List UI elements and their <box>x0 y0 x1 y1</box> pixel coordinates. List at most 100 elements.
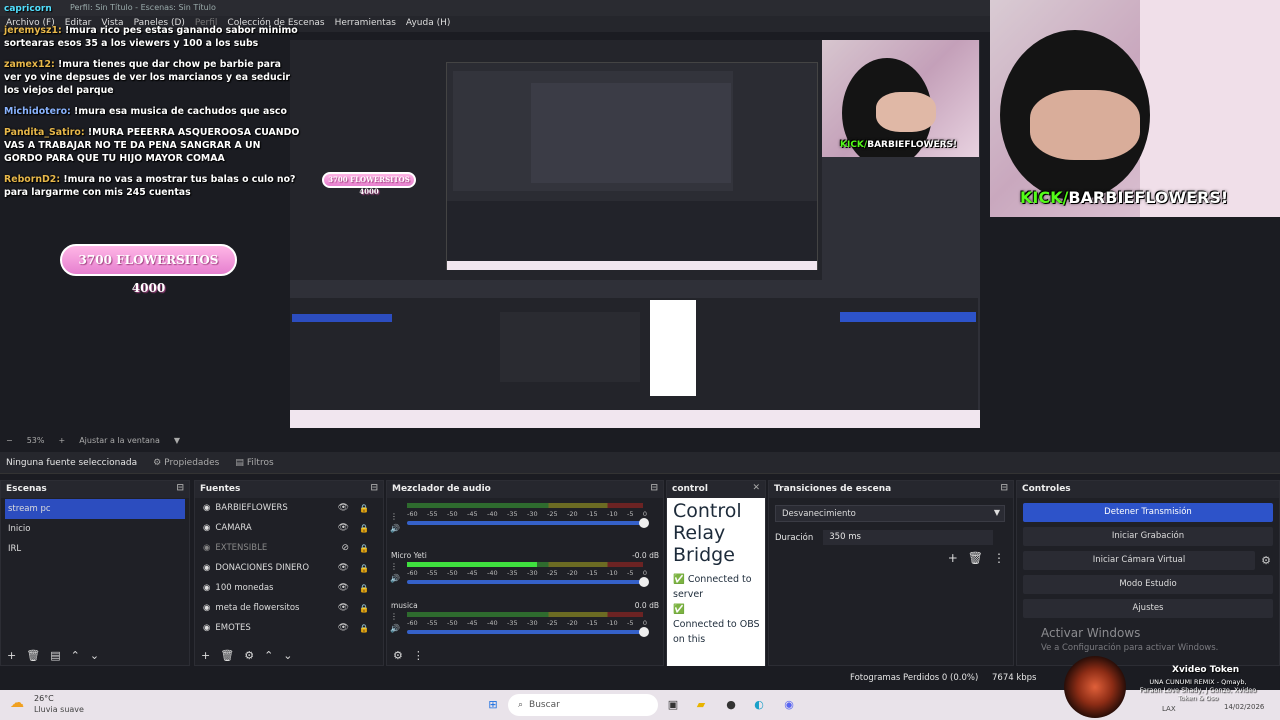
stop-stream-button[interactable]: Detener Transmisión <box>1023 503 1273 522</box>
more-icon[interactable]: ⋮ <box>390 611 400 623</box>
menu-herramientas[interactable]: Herramientas <box>335 18 396 32</box>
eye-icon[interactable]: 👁 <box>338 623 349 633</box>
speaker-icon[interactable]: 🔊 <box>390 523 400 535</box>
volume-slider[interactable] <box>407 627 649 637</box>
dock-menu-icon[interactable]: ⊟ <box>1000 483 1008 493</box>
tick-label: -20 <box>567 510 578 518</box>
source-item[interactable]: ◉ 100 monedas 👁 🔒 <box>195 578 383 598</box>
duration-input[interactable]: 350 ms <box>823 530 994 545</box>
clock-date[interactable]: 14/02/2026 <box>1224 703 1264 711</box>
lock-icon[interactable]: 🔒 <box>359 524 369 533</box>
filter-icon[interactable]: ▤ <box>50 649 60 662</box>
trash-icon[interactable]: 🗑 <box>968 551 983 565</box>
obs-icon[interactable]: ● <box>722 696 740 714</box>
lock-icon[interactable]: 🔒 <box>359 564 369 573</box>
trash-icon[interactable]: 🗑 <box>26 649 40 662</box>
eye-icon[interactable]: 👁 <box>338 583 349 593</box>
source-item[interactable]: ◉ meta de flowersitos 👁 🔒 <box>195 598 383 618</box>
duration-row: Duración 350 ms <box>775 530 1013 545</box>
start-virtual-camera-button[interactable]: Iniciar Cámara Virtual <box>1023 551 1255 570</box>
scene-item[interactable]: Inicio <box>1 519 189 539</box>
dock-menu-icon[interactable]: ⊟ <box>650 483 658 493</box>
lock-icon[interactable]: 🔒 <box>359 624 369 633</box>
volume-slider[interactable] <box>407 518 649 528</box>
tick-label: -30 <box>527 619 538 627</box>
dock-menu-icon[interactable]: ⊟ <box>176 483 184 493</box>
dock-menu-icon[interactable]: ⊟ <box>370 483 378 493</box>
arrow-down-icon[interactable]: ⌄ <box>90 649 99 662</box>
taskbar-search[interactable]: ⌕ Buscar <box>508 694 658 716</box>
dock-title: control ✕ <box>667 481 765 498</box>
zoom-in-button[interactable]: + <box>58 436 65 448</box>
transition-select[interactable]: Desvanecimiento ▼ <box>775 505 1005 522</box>
add-icon[interactable]: + <box>201 649 210 662</box>
volume-knob[interactable] <box>639 627 649 637</box>
eye-icon[interactable]: 👁 <box>338 563 349 573</box>
gear-icon[interactable]: ⚙ <box>244 649 254 662</box>
lock-icon[interactable]: 🔒 <box>359 584 369 593</box>
chat-message: zamex12: !mura tienes que dar chow pe ba… <box>4 59 291 96</box>
tick-label: -20 <box>567 619 578 627</box>
discord-icon[interactable]: ◉ <box>780 696 798 714</box>
tick-label: -25 <box>547 619 558 627</box>
tick-label: -55 <box>427 569 438 577</box>
source-item[interactable]: ◉ DONACIONES DINERO 👁 🔒 <box>195 558 383 578</box>
tick-label: -40 <box>487 569 498 577</box>
gear-icon[interactable]: ⚙ <box>1261 554 1271 567</box>
settings-icon[interactable]: ⚙ <box>393 649 403 662</box>
studio-mode-button[interactable]: Modo Estudio <box>1023 575 1273 594</box>
scene-item[interactable]: IRL <box>1 539 189 559</box>
windows-start-icon[interactable]: ⊞ <box>484 696 502 714</box>
dock-title: Mezclador de audio ⊟ <box>387 481 663 498</box>
volume-slider[interactable] <box>407 577 649 587</box>
control-relay-panel: Control Relay Bridge ✅ Connected to serv… <box>667 498 765 666</box>
speaker-icon[interactable]: 🔊 <box>390 573 400 585</box>
volume-knob[interactable] <box>639 577 649 587</box>
fit-window-label[interactable]: Ajustar a la ventana <box>79 436 160 448</box>
nested-obs-ui <box>290 298 978 410</box>
arrow-up-icon[interactable]: ⌃ <box>264 649 273 662</box>
volume-knob[interactable] <box>639 518 649 528</box>
arrow-down-icon[interactable]: ⌄ <box>283 649 292 662</box>
lock-icon[interactable]: 🔒 <box>359 504 369 513</box>
lock-icon[interactable]: 🔒 <box>359 544 369 553</box>
filters-button[interactable]: ▤ Filtros <box>235 458 273 468</box>
more-icon[interactable]: ⋮ <box>390 511 400 523</box>
start-recording-button[interactable]: Iniciar Grabación <box>1023 527 1273 546</box>
eye-icon[interactable]: 👁 <box>338 503 349 513</box>
properties-button[interactable]: ⚙ Propiedades <box>153 458 219 468</box>
source-item[interactable]: ◉ BARBIEFLOWERS 👁 🔒 <box>195 498 383 518</box>
eye-off-icon[interactable]: ⊘ <box>341 543 349 553</box>
settings-button[interactable]: Ajustes <box>1023 599 1273 618</box>
close-icon[interactable]: ✕ <box>752 483 760 493</box>
more-icon[interactable]: ⋮ <box>993 551 1005 565</box>
more-icon[interactable]: ⋮ <box>390 561 400 573</box>
language-indicator[interactable]: LAX <box>1162 705 1176 713</box>
chat-message: Pandita_Satiro: !MURA PEEERRA ASQUEROOSA… <box>4 127 300 164</box>
tick-label: -10 <box>607 619 618 627</box>
dock-title: Fuentes ⊟ <box>195 481 383 498</box>
scene-item[interactable]: stream pc <box>5 499 185 519</box>
source-item[interactable]: ◉ CAMARA 👁 🔒 <box>195 518 383 538</box>
source-item[interactable]: ◉ EXTENSIBLE ⊘ 🔒 <box>195 538 383 558</box>
eye-icon[interactable]: 👁 <box>338 603 349 613</box>
edge-icon[interactable]: ◐ <box>750 696 768 714</box>
music-title: Xvideo Token <box>1172 665 1240 675</box>
add-icon[interactable]: + <box>7 649 16 662</box>
speaker-icon[interactable]: 🔊 <box>390 623 400 635</box>
arrow-up-icon[interactable]: ⌃ <box>71 649 80 662</box>
trash-icon[interactable]: 🗑 <box>220 649 234 662</box>
menu-ayuda[interactable]: Ayuda (H) <box>406 18 450 32</box>
lock-icon[interactable]: 🔒 <box>359 604 369 613</box>
level-meter <box>407 562 643 567</box>
folder-icon[interactable]: ▰ <box>692 696 710 714</box>
chevron-down-icon[interactable]: ▼ <box>174 436 180 448</box>
eye-icon[interactable]: 👁 <box>338 523 349 533</box>
more-icon[interactable]: ⋮ <box>413 649 424 662</box>
source-item[interactable]: ◉ EMOTES 👁 🔒 <box>195 618 383 638</box>
zoom-out-button[interactable]: − <box>6 436 13 448</box>
add-icon[interactable]: + <box>948 551 958 565</box>
tick-label: -30 <box>527 510 538 518</box>
task-view-icon[interactable]: ▣ <box>664 696 682 714</box>
zoom-row: − 53% + Ajustar a la ventana ▼ <box>0 434 1280 448</box>
